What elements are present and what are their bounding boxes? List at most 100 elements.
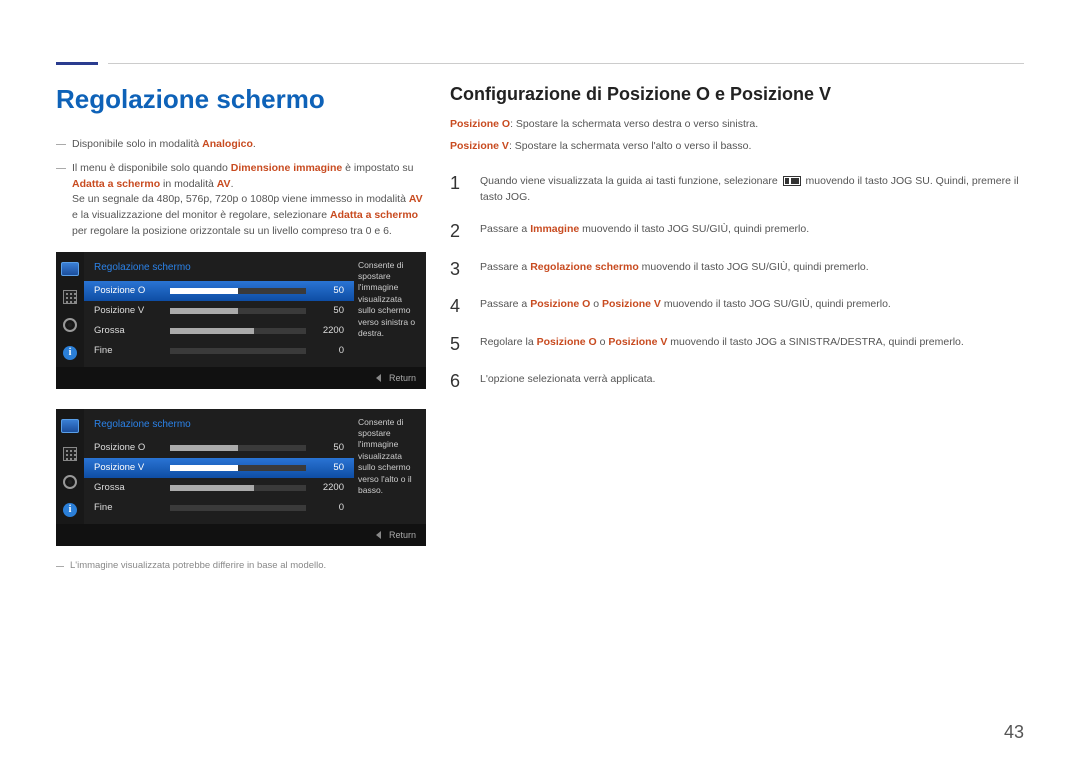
osd-row-value: 50 [314,462,344,473]
osd-slider [170,445,306,451]
header-accent [56,62,98,65]
gear-icon [63,318,77,332]
note-1-text: Disponibile solo in modalità [72,138,202,150]
step-hl: Posizione O [530,298,590,310]
dash-icon [56,144,66,145]
osd-slider [170,485,306,491]
step-3: 3 Passare a Regolazione schermo muovendo… [450,251,1024,289]
osd-slider [170,348,306,354]
note-2-c: in modalità [160,178,217,190]
step-text: L'opzione selezionata verrà applicata. [480,371,1024,387]
step-text: Passare a Regolazione schermo muovendo i… [480,259,1024,275]
osd-description: Consente di spostare l'immagine visualiz… [354,252,426,367]
osd-slider [170,505,306,511]
osd-row-label: Grossa [94,482,162,493]
osd-row-label: Posizione O [94,285,162,296]
step-text: Passare a Immagine muovendo il tasto JOG… [480,221,1024,237]
pos-v-desc: Posizione V: Spostare la schermata verso… [450,139,1024,155]
osd-footer: Return [56,524,426,546]
note-2-d: . [231,178,234,190]
note-2-line2hl2: Adatta a schermo [330,209,418,221]
osd-return-label: Return [389,530,416,540]
dash-icon [56,566,64,567]
note-2-line2a: Se un segnale da 480p, 576p, 720p o 1080… [72,193,409,205]
osd-slider [170,328,306,334]
step-2: 2 Passare a Immagine muovendo il tasto J… [450,213,1024,251]
menu-icon [783,176,801,186]
note-2-hl2: Adatta a schermo [72,178,160,190]
osd-menu-title: Regolazione schermo [84,258,354,281]
note-1-tail: . [253,138,256,150]
osd-slider [170,288,306,294]
osd-row-label: Posizione V [94,462,162,473]
step-pre: Passare a [480,261,530,273]
step-number: 5 [450,334,466,356]
step-pre: L'opzione selezionata verrà applicata. [480,373,655,385]
osd-row-value: 2200 [314,482,344,493]
image-disclaimer: L'immagine visualizzata potrebbe differi… [56,560,426,571]
step-post: muovendo il tasto JOG SU/GIÙ, quindi pre… [639,261,869,273]
step-hl: Posizione O [537,336,597,348]
osd-row-label: Posizione O [94,442,162,453]
step-number: 1 [450,173,466,195]
note-2-a: Il menu è disponibile solo quando [72,162,231,174]
step-number: 6 [450,371,466,393]
osd-menu-title: Regolazione schermo [84,415,354,438]
osd-preview-2: i Regolazione schermo Posizione O 50 Pos… [56,409,426,546]
osd-return-label: Return [389,373,416,383]
note-1-highlight: Analogico [202,138,253,150]
step-pre: Passare a [480,223,530,235]
step-pre: Passare a [480,298,530,310]
osd-row-value: 0 [314,345,344,356]
grid-icon [63,290,77,304]
osd-row-posizione-v[interactable]: Posizione V 50 [84,458,354,478]
step-mid: o [597,336,609,348]
note-2-hl3: AV [217,178,231,190]
step-hl: Immagine [530,223,579,235]
osd-row-value: 50 [314,305,344,316]
screen-icon [61,419,79,433]
note-1: Disponibile solo in modalità Analogico. [56,137,426,153]
grid-icon [63,447,77,461]
osd-description: Consente di spostare l'immagine visualiz… [354,409,426,524]
osd-row-fine[interactable]: Fine 0 [84,498,354,518]
osd-row-label: Fine [94,345,162,356]
osd-row-posizione-o[interactable]: Posizione O 50 [84,281,354,301]
osd-row-label: Posizione V [94,305,162,316]
step-hl: Regolazione schermo [530,261,639,273]
step-post: muovendo il tasto JOG SU/GIÙ, quindi pre… [579,223,809,235]
step-6: 6 L'opzione selezionata verrà applicata. [450,363,1024,401]
note-2-line2hl: AV [409,193,423,205]
note-2-line2b: e la visualizzazione del monitor è regol… [72,209,330,221]
step-pre: Quando viene visualizzata la guida ai ta… [480,175,781,187]
osd-row-posizione-v[interactable]: Posizione V 50 [84,301,354,321]
pos-v-text: : Spostare la schermata verso l'alto o v… [509,140,751,152]
gear-icon [63,475,77,489]
step-number: 3 [450,259,466,281]
step-4: 4 Passare a Posizione O o Posizione V mu… [450,288,1024,326]
osd-row-fine[interactable]: Fine 0 [84,341,354,361]
osd-row-grossa[interactable]: Grossa 2200 [84,478,354,498]
step-hl2: Posizione V [602,298,661,310]
header-rule [108,63,1024,64]
osd-row-value: 0 [314,502,344,513]
osd-row-grossa[interactable]: Grossa 2200 [84,321,354,341]
pos-o-label: Posizione O [450,118,510,130]
osd-row-label: Grossa [94,325,162,336]
step-post: muovendo il tasto JOG SU/GIÙ, quindi pre… [661,298,891,310]
info-icon: i [63,346,77,360]
osd-slider [170,308,306,314]
step-mid: o [590,298,602,310]
osd-row-value: 50 [314,285,344,296]
subsection-title: Configurazione di Posizione O e Posizion… [450,84,1024,105]
osd-row-value: 50 [314,442,344,453]
step-text: Regolare la Posizione O o Posizione V mu… [480,334,1024,350]
note-2: Il menu è disponibile solo quando Dimens… [56,161,426,240]
step-pre: Regolare la [480,336,537,348]
step-text: Passare a Posizione O o Posizione V muov… [480,296,1024,312]
step-number: 4 [450,296,466,318]
osd-row-posizione-o[interactable]: Posizione O 50 [84,438,354,458]
note-2-line2c: per regolare la posizione orizzontale su… [72,225,392,237]
info-icon: i [63,503,77,517]
dash-icon [56,168,66,169]
